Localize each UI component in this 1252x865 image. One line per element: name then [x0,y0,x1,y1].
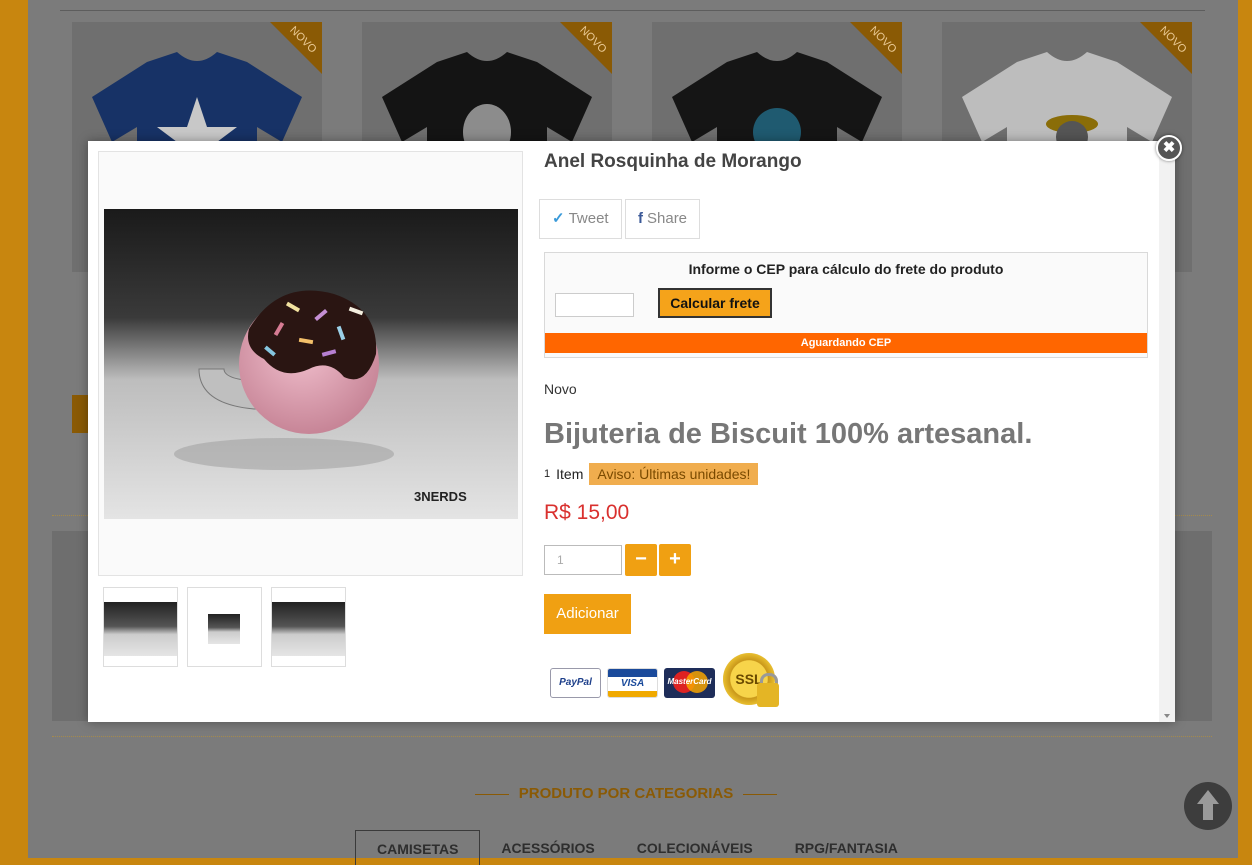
facebook-share-button[interactable]: f Share [625,199,701,239]
product-condition: Novo [544,381,577,397]
increase-quantity-button[interactable]: + [659,544,691,576]
thumbnail[interactable] [271,587,346,667]
product-quickview-modal: 3NERDS Anel Rosquinha de Morango ✓ Tweet … [88,141,1175,722]
quantity-input[interactable]: 1 [544,545,622,575]
calculate-freight-button[interactable]: Calcular frete [658,288,772,318]
scroll-to-top-button[interactable] [1184,782,1232,830]
product-main-image[interactable]: 3NERDS [104,209,518,519]
cep-input[interactable] [555,293,634,317]
modal-scrollbar[interactable] [1159,141,1175,722]
close-modal-button[interactable]: ✖ [1156,135,1182,161]
freight-calculator: Informe o CEP para cálculo do frete do p… [544,252,1148,358]
payment-methods: PayPal VISA MasterCard SSL [550,653,785,713]
thumbnail[interactable] [103,587,178,667]
stock-info: 1 Item Aviso: Últimas unidades! [544,463,759,485]
thumbnail[interactable] [187,587,262,667]
tab-colecionaveis[interactable]: COLECIONÁVEIS [616,830,774,865]
add-to-cart-button[interactable]: Adicionar [544,594,631,634]
stock-unit: Item [556,466,584,482]
thumbnail-strip [103,587,346,667]
ssl-seal-icon: SSL [721,653,785,713]
stock-count: 1 [544,468,551,480]
divider [52,736,1212,737]
product-price: R$ 15,00 [544,501,630,524]
new-badge: NOVO [262,22,322,82]
new-badge: NOVO [1132,22,1192,82]
new-badge: NOVO [842,22,902,82]
donut-ring-photo: 3NERDS [104,209,518,519]
tab-camisetas[interactable]: CAMISETAS [355,830,481,865]
divider [60,10,1205,11]
category-tabs: CAMISETAS ACESSÓRIOS COLECIONÁVEIS RPG/F… [355,830,919,865]
mastercard-logo: MasterCard [664,668,715,698]
tab-acessorios[interactable]: ACESSÓRIOS [480,830,615,865]
section-title: PRODUTO POR CATEGORIAS [0,785,1252,802]
product-title: Anel Rosquinha de Morango [544,151,802,172]
decrease-quantity-button[interactable]: − [625,544,657,576]
product-short-description: Bijuteria de Biscuit 100% artesanal. [544,418,1033,450]
tweet-button[interactable]: ✓ Tweet [539,199,622,239]
freight-title: Informe o CEP para cálculo do frete do p… [688,261,1004,277]
visa-logo: VISA [607,668,658,698]
tab-rpg-fantasia[interactable]: RPG/FANTASIA [774,830,919,865]
twitter-bird-icon: ✓ [552,210,565,227]
freight-status: Aguardando CEP [545,333,1147,353]
facebook-f-icon: f [638,210,643,227]
last-units-warning: Aviso: Últimas unidades! [589,463,759,485]
paypal-logo: PayPal [550,668,601,698]
new-badge: NOVO [552,22,612,82]
svg-text:3NERDS: 3NERDS [414,489,467,504]
main-image-frame: 3NERDS [98,151,523,576]
